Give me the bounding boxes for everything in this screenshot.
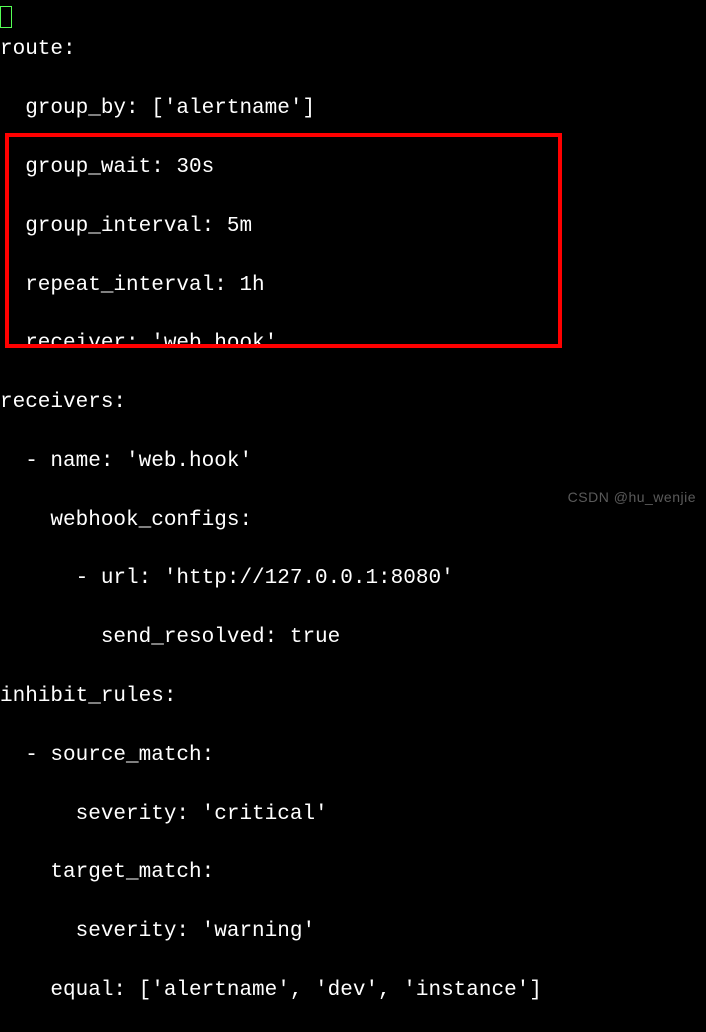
yaml-line: equal: ['alertname', 'dev', 'instance']	[0, 976, 706, 1005]
yaml-line: - name: 'web.hook'	[0, 447, 706, 476]
yaml-line: receivers:	[0, 388, 706, 417]
yaml-line: inhibit_rules:	[0, 682, 706, 711]
yaml-line: - source_match:	[0, 741, 706, 770]
terminal-content: route: group_by: ['alertname'] group_wai…	[0, 6, 706, 1032]
yaml-line: receiver: 'web.hook'	[0, 329, 706, 358]
yaml-line: group_by: ['alertname']	[0, 94, 706, 123]
yaml-line: repeat_interval: 1h	[0, 271, 706, 300]
yaml-line: webhook_configs:	[0, 506, 706, 535]
yaml-line: - url: 'http://127.0.0.1:8080'	[0, 564, 706, 593]
yaml-line: severity: 'warning'	[0, 917, 706, 946]
yaml-line: target_match:	[0, 858, 706, 887]
yaml-line: route:	[0, 35, 706, 64]
yaml-line: group_interval: 5m	[0, 212, 706, 241]
yaml-line: severity: 'critical'	[0, 800, 706, 829]
yaml-line: send_resolved: true	[0, 623, 706, 652]
watermark: CSDN @hu_wenjie	[568, 488, 696, 508]
yaml-line: group_wait: 30s	[0, 153, 706, 182]
